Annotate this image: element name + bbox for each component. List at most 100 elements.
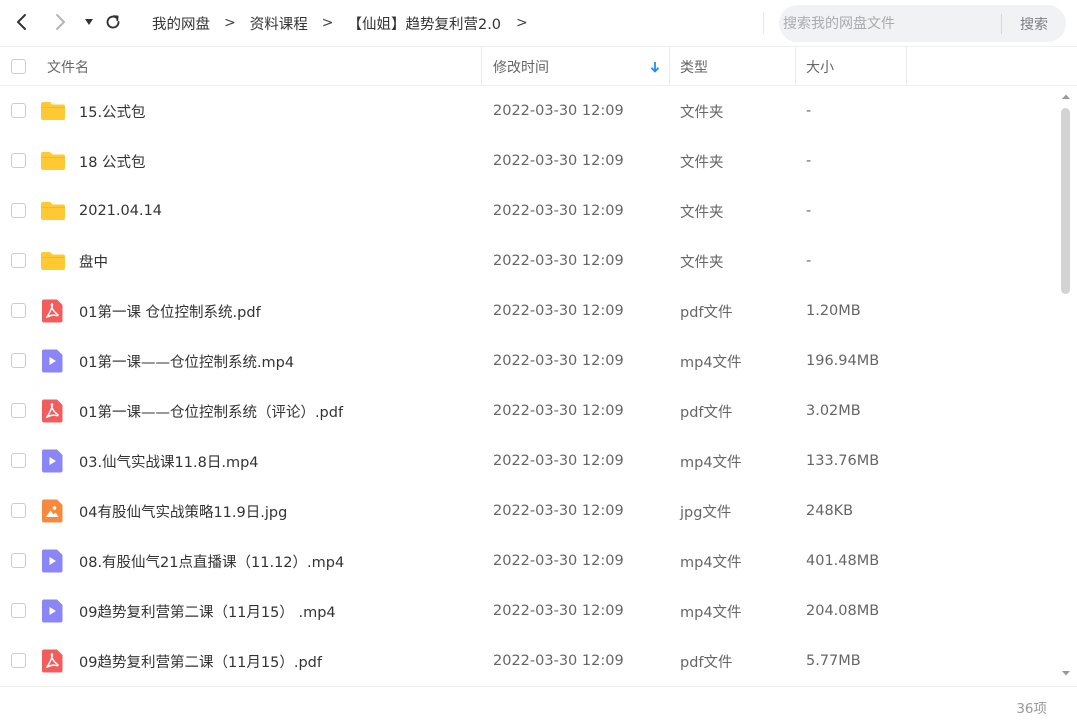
pdf-icon [40, 299, 66, 323]
file-name[interactable]: 01第一课——仓位控制系统.mp4 [79, 336, 294, 386]
file-size: - [806, 153, 812, 169]
table-row[interactable]: 01第一课 仓位控制系统.pdf 2022-03-30 12:09 pdf文件 1.2… [0, 286, 1058, 336]
folder-icon [40, 149, 66, 173]
file-name[interactable]: 01第一课 仓位控制系统.pdf [79, 286, 261, 336]
file-type: mp4文件 [680, 354, 742, 371]
table-row[interactable]: 01第一课——仓位控制系统（评论）.pdf 2022-03-30 12:09 pdf… [0, 386, 1058, 436]
table-row[interactable]: 09趋势复利营第二课（11月15）.pdf 2022-03-30 12:09 pdf… [0, 636, 1058, 686]
table-row[interactable]: 15.公式包 2022-03-30 12:09 文件夹 - [0, 86, 1058, 136]
row-checkbox[interactable] [11, 503, 26, 518]
row-checkbox[interactable] [11, 403, 26, 418]
column-header-name[interactable]: 文件名 [47, 47, 89, 86]
modified-time: 2022-03-30 12:09 [493, 203, 624, 219]
select-all [11, 47, 26, 86]
row-checkbox[interactable] [11, 253, 26, 268]
file-name[interactable]: 01第一课——仓位控制系统（评论）.pdf [79, 386, 343, 436]
scroll-up-arrow-icon[interactable] [1060, 92, 1072, 102]
file-type: mp4文件 [680, 604, 742, 621]
file-name[interactable]: 08.有股仙气21点直播课（11.12）.mp4 [79, 536, 344, 586]
file-name[interactable]: 04有股仙气实战策略11.9日.jpg [79, 486, 287, 536]
table-row[interactable]: 08.有股仙气21点直播课（11.12）.mp4 2022-03-30 12:09… [0, 536, 1058, 586]
video-icon [40, 449, 66, 473]
row-checkbox[interactable] [11, 153, 26, 168]
file-name[interactable]: 09趋势复利营第二课（11月15） .mp4 [79, 586, 336, 636]
modified-time: 2022-03-30 12:09 [493, 153, 624, 169]
table-row[interactable]: 03.仙气实战课11.8日.mp4 2022-03-30 12:09 mp4文件 13… [0, 436, 1058, 486]
scrollbar-thumb[interactable] [1061, 108, 1070, 294]
file-name[interactable]: 2021.04.14 [79, 186, 162, 236]
modified-time: 2022-03-30 12:09 [493, 403, 624, 419]
column-divider[interactable] [795, 47, 796, 86]
breadcrumb-separator: > [321, 15, 334, 31]
modified-time: 2022-03-30 12:09 [493, 253, 624, 269]
scroll-down-arrow-icon[interactable] [1060, 668, 1072, 678]
column-divider[interactable] [481, 47, 482, 86]
file-type: 文件夹 [680, 154, 724, 171]
breadcrumb: 我的网盘 > 资料课程 > 【仙姐】趋势复利营2.0 > [152, 0, 542, 46]
file-type: mp4文件 [680, 554, 742, 571]
row-checkbox[interactable] [11, 203, 26, 218]
row-checkbox[interactable] [11, 353, 26, 368]
pdf-icon [40, 399, 66, 423]
table-row[interactable]: 盘中 2022-03-30 12:09 文件夹 - [0, 236, 1058, 286]
file-name[interactable]: 09趋势复利营第二课（11月15）.pdf [79, 636, 322, 686]
row-checkbox[interactable] [11, 553, 26, 568]
pdf-icon [40, 649, 66, 673]
modified-time: 2022-03-30 12:09 [493, 303, 624, 319]
file-type: 文件夹 [680, 104, 724, 121]
row-checkbox[interactable] [11, 603, 26, 618]
navigation-bar: 我的网盘 > 资料课程 > 【仙姐】趋势复利营2.0 > 搜索 [0, 0, 1077, 46]
file-type: pdf文件 [680, 304, 733, 321]
footer-divider [0, 686, 1077, 687]
table-row[interactable]: 01第一课——仓位控制系统.mp4 2022-03-30 12:09 mp4文件 19… [0, 336, 1058, 386]
modified-time: 2022-03-30 12:09 [493, 353, 624, 369]
table-row[interactable]: 04有股仙气实战策略11.9日.jpg 2022-03-30 12:09 jpg文件… [0, 486, 1058, 536]
breadcrumb-separator: > [224, 15, 236, 31]
file-name[interactable]: 15.公式包 [79, 86, 146, 136]
file-type: jpg文件 [680, 504, 732, 521]
file-size: 401.48MB [806, 553, 880, 569]
video-icon [40, 599, 66, 623]
file-type: 文件夹 [680, 204, 724, 221]
breadcrumb-current-folder[interactable]: 【仙姐】趋势复利营2.0 [347, 13, 501, 34]
row-checkbox[interactable] [11, 103, 26, 118]
column-divider[interactable] [906, 47, 907, 86]
forward-button[interactable] [47, 8, 73, 36]
file-type: mp4文件 [680, 454, 742, 471]
column-header-size[interactable]: 大小 [806, 47, 834, 86]
select-all-checkbox[interactable] [11, 59, 26, 74]
column-header-modified[interactable]: 修改时间 [493, 47, 549, 86]
table-row[interactable]: 2021.04.14 2022-03-30 12:09 文件夹 - [0, 186, 1058, 236]
column-divider[interactable] [669, 47, 670, 86]
breadcrumb-more-separator[interactable]: > [516, 15, 528, 31]
sort-desc-icon[interactable] [649, 47, 661, 86]
file-size: 204.08MB [806, 603, 880, 619]
row-checkbox[interactable] [11, 653, 26, 668]
file-name[interactable]: 盘中 [79, 236, 108, 286]
file-size: 196.94MB [806, 353, 880, 369]
file-name[interactable]: 03.仙气实战课11.8日.mp4 [79, 436, 259, 486]
row-checkbox[interactable] [11, 303, 26, 318]
breadcrumb-my-drive[interactable]: 我的网盘 [152, 13, 210, 34]
row-checkbox[interactable] [11, 453, 26, 468]
arrow-down-icon [650, 61, 660, 72]
column-header-type[interactable]: 类型 [680, 47, 708, 86]
modified-time: 2022-03-30 12:09 [493, 603, 624, 619]
search-button[interactable]: 搜索 [1002, 5, 1066, 42]
table-row[interactable]: 18 公式包 2022-03-30 12:09 文件夹 - [0, 136, 1058, 186]
breadcrumb-courses[interactable]: 资料课程 [250, 13, 308, 34]
file-type: pdf文件 [680, 654, 733, 671]
chevron-right-icon [56, 14, 65, 30]
history-dropdown-button[interactable] [76, 8, 102, 36]
search-box: 搜索 [779, 5, 1066, 42]
refresh-button[interactable] [100, 8, 126, 36]
modified-time: 2022-03-30 12:09 [493, 503, 624, 519]
search-input[interactable] [783, 5, 997, 42]
back-button[interactable] [9, 8, 35, 36]
video-icon [40, 349, 66, 373]
table-row[interactable]: 09趋势复利营第二课（11月15） .mp4 2022-03-30 12:09 mp… [0, 586, 1058, 636]
file-name[interactable]: 18 公式包 [79, 136, 146, 186]
toolbar-divider [763, 12, 764, 34]
modified-time: 2022-03-30 12:09 [493, 103, 624, 119]
file-size: 248KB [806, 503, 854, 519]
